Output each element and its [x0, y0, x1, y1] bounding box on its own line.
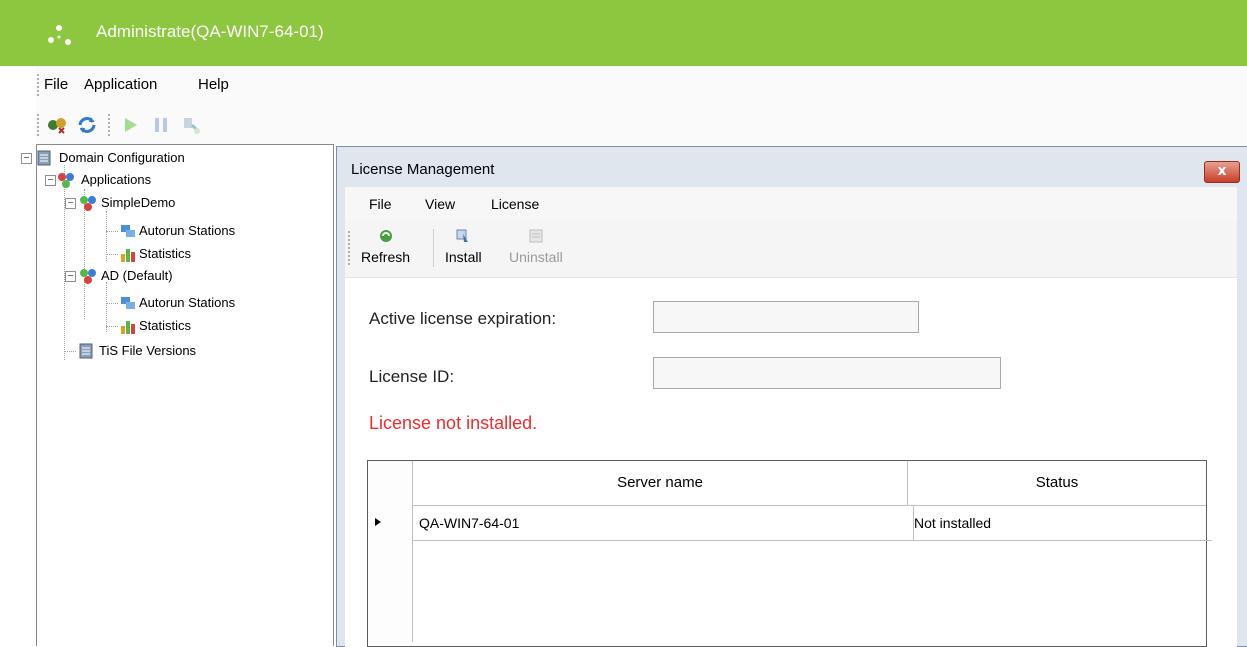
- menu-file[interactable]: File: [44, 76, 68, 93]
- dialog-toolbar: Refresh Install Uninstall: [345, 221, 1237, 278]
- dialog-menu-license[interactable]: License: [491, 196, 539, 212]
- status-cell: Not installed: [914, 515, 992, 531]
- tree-label: Statistics: [139, 318, 192, 333]
- refresh-icon[interactable]: [74, 111, 100, 139]
- dialog-menu-bar: File View License: [345, 187, 1237, 221]
- tree-label: Statistics: [139, 246, 192, 261]
- toolbar-grip: [37, 114, 41, 136]
- tree-label: AD (Default): [101, 268, 173, 283]
- expiration-field[interactable]: [653, 301, 919, 333]
- statistics-icon: [121, 321, 135, 334]
- refresh-label: Refresh: [361, 249, 411, 265]
- uninstall-label: Uninstall: [509, 249, 563, 265]
- collapse-icon[interactable]: −: [65, 198, 76, 209]
- install-button[interactable]: Install: [445, 227, 482, 265]
- refresh-icon: [379, 230, 392, 242]
- license-management-dialog: License Management x File View License R…: [336, 146, 1247, 647]
- stations-icon: [121, 297, 135, 309]
- toolbar-separator: [108, 114, 112, 136]
- column-header-status[interactable]: Status: [908, 461, 1206, 506]
- play-icon[interactable]: [118, 111, 144, 139]
- toolbar-separator: [433, 229, 434, 267]
- dialog-title: License Management: [351, 161, 495, 178]
- main-toolbar: [36, 106, 1247, 144]
- refresh-button[interactable]: Refresh: [361, 227, 410, 265]
- uninstall-button[interactable]: Uninstall: [509, 227, 563, 265]
- stations-icon: [121, 225, 135, 237]
- table-row[interactable]: QA-WIN7-64-01: [413, 506, 914, 541]
- tree-item-domain-configuration[interactable]: − Domain Configuration: [21, 147, 327, 169]
- collapse-icon[interactable]: −: [65, 271, 76, 282]
- tree-label: Autorun Stations: [139, 295, 236, 310]
- server-name-cell: QA-WIN7-64-01: [419, 515, 520, 531]
- window-title: Administrate(QA-WIN7-64-01): [96, 22, 324, 41]
- menu-grip: [37, 74, 41, 96]
- tree-pane: − Domain Configuration − Applications − …: [21, 144, 334, 646]
- menu-bar: File Application Help: [36, 66, 1247, 106]
- tree-label: Autorun Stations: [139, 223, 236, 238]
- table-row[interactable]: Not installed: [908, 506, 1212, 541]
- tree-label: TiS File Versions: [99, 343, 197, 358]
- column-header-server-name[interactable]: Server name: [413, 461, 908, 506]
- license-id-label: License ID:: [369, 367, 455, 386]
- add-icon[interactable]: [44, 111, 70, 139]
- uninstall-icon: [529, 229, 543, 243]
- tree-item-autorun-stations[interactable]: Autorun Stations: [37, 220, 327, 242]
- tree-item-statistics[interactable]: Statistics: [37, 243, 327, 265]
- menu-help[interactable]: Help: [198, 76, 229, 93]
- tree-item-statistics[interactable]: Statistics: [37, 315, 327, 337]
- title-bar: Administrate(QA-WIN7-64-01): [0, 0, 1247, 66]
- database-icon: [37, 150, 51, 166]
- tree-item-autorun-stations[interactable]: Autorun Stations: [37, 292, 327, 314]
- tree-item-tis-file-versions[interactable]: TiS File Versions: [37, 340, 327, 362]
- app-logo-icon: [48, 25, 71, 45]
- license-status-message: License not installed.: [369, 413, 538, 433]
- current-row-indicator-icon: [375, 518, 381, 526]
- statistics-icon: [121, 249, 135, 262]
- tree-item-simpledemo[interactable]: − SimpleDemo: [37, 192, 327, 214]
- menu-application[interactable]: Application: [84, 76, 157, 93]
- close-button[interactable]: x: [1204, 161, 1240, 183]
- tree-item-ad-default[interactable]: − AD (Default): [37, 265, 327, 287]
- database-icon: [79, 343, 93, 359]
- tree-item-applications[interactable]: − Applications: [37, 169, 327, 191]
- tree-label: SimpleDemo: [101, 195, 176, 210]
- tree-label: Domain Configuration: [59, 150, 185, 165]
- dialog-menu-file[interactable]: File: [369, 196, 392, 212]
- tree-label: Applications: [81, 172, 152, 187]
- toolbar-grip: [348, 231, 352, 265]
- application-icon: [80, 196, 96, 211]
- expiration-label: Active license expiration:: [369, 309, 557, 328]
- stop-icon[interactable]: [178, 111, 204, 139]
- application-icon: [80, 269, 96, 284]
- dialog-body: File View License Refresh Install Uninst…: [345, 187, 1237, 647]
- install-icon: [456, 229, 469, 242]
- install-label: Install: [445, 249, 482, 265]
- row-selector-column: [368, 461, 413, 642]
- collapse-icon[interactable]: −: [21, 153, 32, 164]
- collapse-icon[interactable]: −: [45, 175, 56, 186]
- dialog-menu-view[interactable]: View: [425, 196, 455, 212]
- license-id-field[interactable]: [653, 357, 1001, 389]
- pause-icon[interactable]: [148, 111, 174, 139]
- server-grid: Server name Status QA-WIN7-64-01 Not ins…: [367, 460, 1212, 647]
- applications-icon: [58, 173, 74, 188]
